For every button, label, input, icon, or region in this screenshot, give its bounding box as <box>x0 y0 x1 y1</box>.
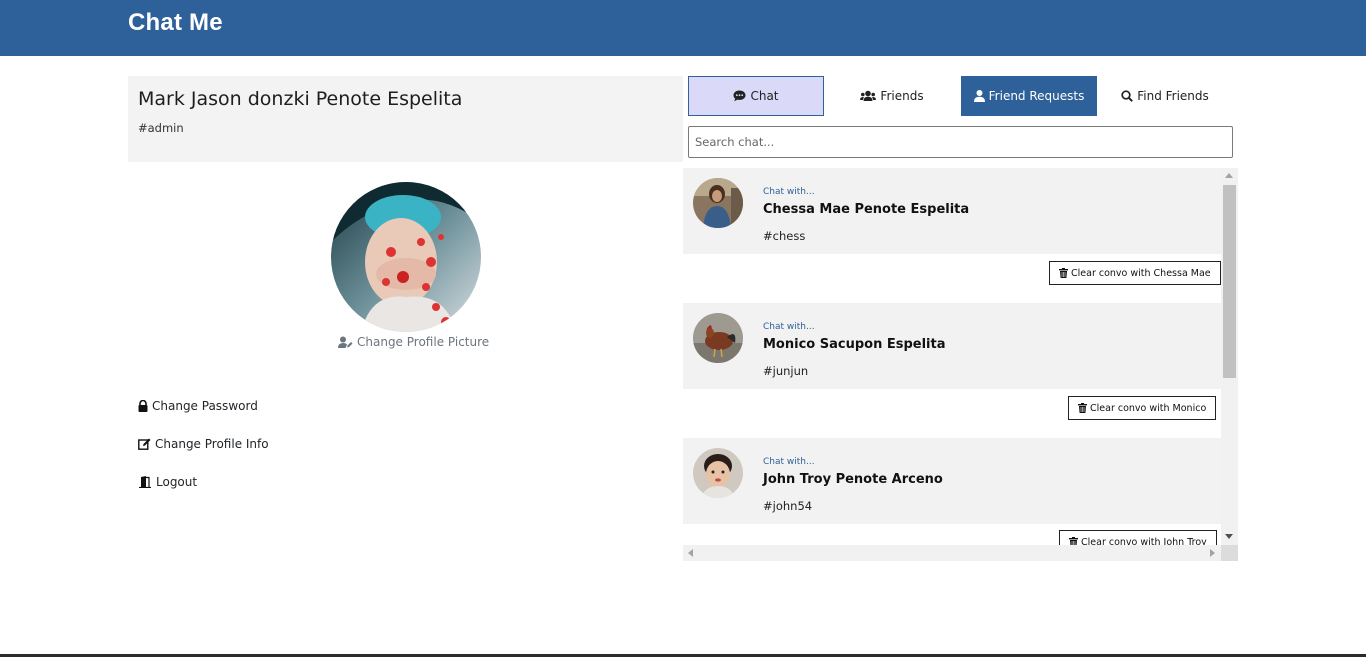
horizontal-scrollbar[interactable] <box>683 545 1238 561</box>
scroll-right-arrow-icon[interactable] <box>1210 549 1215 557</box>
vertical-scrollbar-thumb[interactable] <box>1223 185 1236 378</box>
clear-convo-label: Clear convo with Monico <box>1090 402 1207 414</box>
scrollbar-corner <box>1221 545 1238 561</box>
trash-icon <box>1059 268 1068 278</box>
clear-convo-button[interactable]: Clear convo with John Troy <box>1059 530 1217 545</box>
user-icon <box>973 90 985 102</box>
chat-list-item[interactable]: Chat with... Monico Sacupon Espelita #ju… <box>683 303 1221 389</box>
lock-icon <box>138 400 148 412</box>
trash-icon <box>1078 403 1087 413</box>
scroll-down-arrow-icon[interactable] <box>1225 534 1233 539</box>
edit-icon <box>138 438 151 450</box>
chat-caption: Chat with... <box>763 457 815 467</box>
chat-caption: Chat with... <box>763 187 815 197</box>
tab-friend-requests[interactable]: Friend Requests <box>961 76 1097 116</box>
comment-dots-icon <box>733 90 746 102</box>
contact-tag: #chess <box>763 229 806 243</box>
user-edit-icon <box>338 336 353 348</box>
users-icon <box>860 90 877 102</box>
clear-convo-button[interactable]: Clear convo with Monico <box>1068 396 1217 420</box>
contact-tag: #john54 <box>763 499 813 513</box>
change-profile-picture-label: Change Profile Picture <box>357 335 490 349</box>
contact-avatar <box>693 448 743 498</box>
profile-header: Mark Jason donzki Penote Espelita #admin <box>128 76 683 162</box>
logout-link[interactable]: Logout <box>138 475 197 489</box>
contact-avatar <box>693 313 743 363</box>
tab-find-friends-label: Find Friends <box>1137 89 1209 103</box>
logout-label: Logout <box>156 475 198 489</box>
scroll-up-arrow-icon[interactable] <box>1225 173 1233 178</box>
tab-find-friends[interactable]: Find Friends <box>1097 76 1233 116</box>
scroll-left-arrow-icon[interactable] <box>688 549 693 557</box>
tab-friend-requests-label: Friend Requests <box>988 89 1085 103</box>
change-password-link[interactable]: Change Password <box>138 399 258 413</box>
change-profile-info-link[interactable]: Change Profile Info <box>138 437 269 451</box>
trash-icon <box>1069 537 1078 545</box>
clear-convo-label: Clear convo with John Troy <box>1081 536 1207 546</box>
change-profile-info-label: Change Profile Info <box>155 437 269 451</box>
tab-friends-label: Friends <box>880 89 924 103</box>
chat-list-content: Chat with... Chessa Mae Penote Espelita … <box>683 168 1221 545</box>
tab-chat[interactable]: Chat <box>688 76 824 116</box>
search-icon <box>1121 90 1134 102</box>
contact-tag: #junjun <box>763 364 809 378</box>
search-chat-input[interactable] <box>688 126 1233 158</box>
profile-tag: #admin <box>138 121 184 135</box>
contact-name: Chessa Mae Penote Espelita <box>763 202 970 217</box>
profile-name: Mark Jason donzki Penote Espelita <box>138 88 463 110</box>
clear-convo-button[interactable]: Clear convo with Chessa Mae <box>1049 261 1221 285</box>
contact-avatar <box>693 178 743 228</box>
clear-convo-label: Clear convo with Chessa Mae <box>1071 267 1211 279</box>
tab-friends[interactable]: Friends <box>824 76 960 116</box>
chat-list-item[interactable]: Chat with... Chessa Mae Penote Espelita … <box>683 168 1221 254</box>
tab-chat-label: Chat <box>750 89 779 103</box>
app-title[interactable]: Chat Me <box>128 9 223 37</box>
chat-caption: Chat with... <box>763 322 815 332</box>
contact-name: Monico Sacupon Espelita <box>763 337 946 352</box>
profile-avatar <box>331 182 481 332</box>
vertical-scrollbar[interactable] <box>1221 168 1238 545</box>
change-profile-picture-link[interactable]: Change Profile Picture <box>338 335 489 349</box>
change-password-label: Change Password <box>152 399 258 413</box>
chat-list-item[interactable]: Chat with... John Troy Penote Arceno #jo… <box>683 438 1221 524</box>
contact-name: John Troy Penote Arceno <box>763 472 943 487</box>
chat-list[interactable]: Chat with... Chessa Mae Penote Espelita … <box>683 168 1238 561</box>
door-open-icon <box>138 476 152 488</box>
top-navbar: Chat Me <box>0 0 1366 56</box>
